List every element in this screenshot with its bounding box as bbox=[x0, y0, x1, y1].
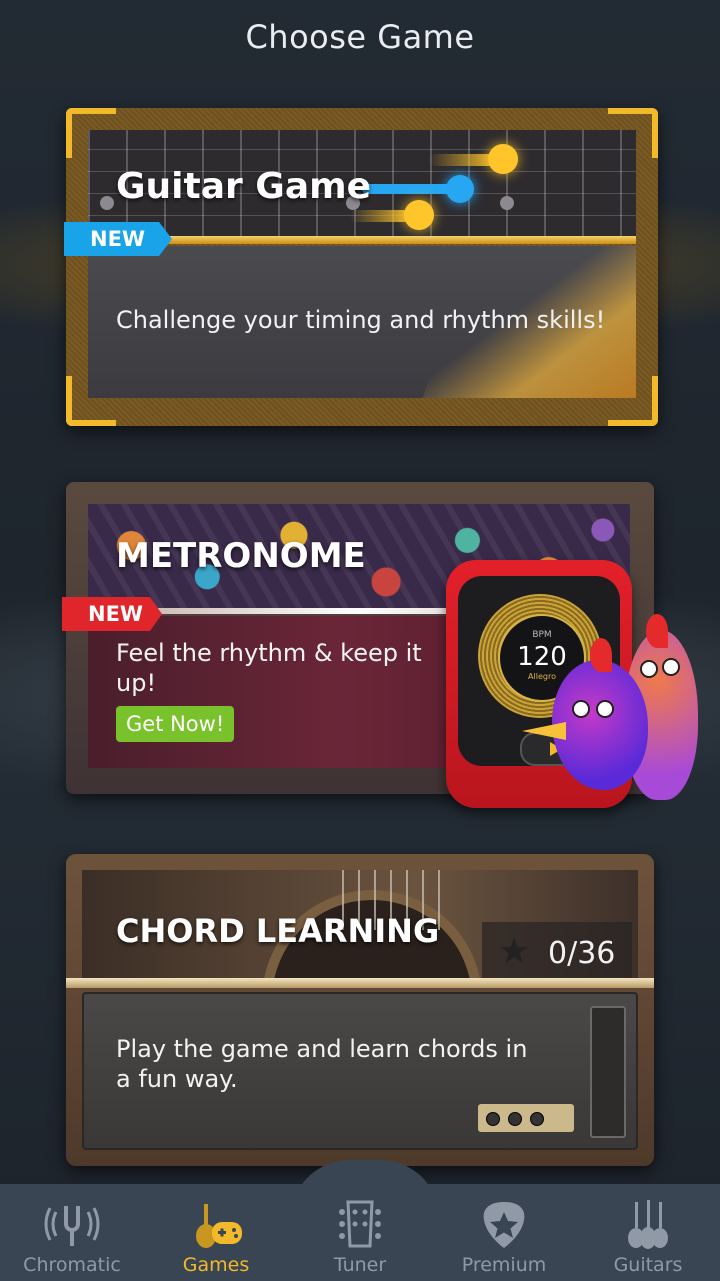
guitar-game-description: Challenge your timing and rhythm skills! bbox=[116, 306, 606, 334]
jack-icon bbox=[530, 1112, 544, 1126]
guitar-game-title: Guitar Game bbox=[116, 166, 372, 207]
jack-panel-icon bbox=[478, 1104, 574, 1132]
new-badge: NEW bbox=[62, 597, 162, 631]
corner-bracket bbox=[608, 108, 658, 158]
note-trail bbox=[350, 210, 410, 222]
nav-item-chromatic[interactable]: Chromatic bbox=[0, 1184, 144, 1281]
beak-icon bbox=[522, 722, 566, 740]
nav-label: Tuner bbox=[333, 1254, 387, 1276]
page-title: Choose Game bbox=[245, 18, 475, 56]
new-badge: NEW bbox=[64, 222, 172, 256]
corner-bracket bbox=[608, 376, 658, 426]
tuning-fork-icon bbox=[44, 1206, 100, 1246]
metronome-description: Feel the rhythm & keep it up! bbox=[116, 639, 422, 697]
divider-bar bbox=[66, 978, 654, 988]
jack-icon bbox=[508, 1112, 522, 1126]
eye-icon bbox=[572, 700, 590, 718]
yellow-note bbox=[404, 200, 434, 230]
guitars-icon bbox=[628, 1200, 668, 1249]
bpm-label: BPM bbox=[532, 630, 552, 640]
amp-slot bbox=[590, 1006, 626, 1138]
progress-box: ★ 0/36 bbox=[482, 922, 632, 978]
star-icon: ★ bbox=[498, 931, 531, 972]
yellow-note bbox=[488, 144, 518, 174]
blue-note bbox=[446, 175, 474, 203]
guitar-game-card[interactable]: Guitar Game Challenge your timing and rh… bbox=[66, 108, 658, 426]
bird-mascot-icon bbox=[522, 638, 648, 790]
chord-learning-card[interactable]: ★ 0/36 CHORD LEARNING Play the game and … bbox=[66, 854, 654, 1166]
jack-icon bbox=[486, 1112, 500, 1126]
nav-label: Chromatic bbox=[23, 1254, 121, 1276]
nav-label: Games bbox=[182, 1254, 250, 1276]
corner-bracket bbox=[66, 108, 116, 158]
corner-bracket bbox=[66, 376, 116, 426]
chord-panel: Play the game and learn chords in a fun … bbox=[82, 992, 638, 1150]
nav-item-tuner[interactable]: Tuner bbox=[288, 1184, 432, 1281]
eye-icon bbox=[662, 658, 680, 676]
note-trail bbox=[428, 154, 494, 166]
get-now-button[interactable]: Get Now! bbox=[116, 706, 235, 742]
bpm-value: 120 bbox=[517, 642, 567, 672]
chord-description: Play the game and learn chords in a fun … bbox=[116, 1035, 528, 1093]
nav-item-games[interactable]: Games bbox=[144, 1184, 288, 1281]
metronome-title: METRONOME bbox=[116, 536, 366, 576]
pick-star-icon bbox=[483, 1202, 525, 1248]
guitar-headstock-icon bbox=[339, 1200, 381, 1248]
metronome-panel: Feel the rhythm & keep it up! Get Now! bbox=[88, 616, 508, 768]
fret-dot bbox=[100, 196, 114, 210]
crest-icon bbox=[646, 614, 668, 648]
eye-icon bbox=[640, 660, 658, 678]
nav-item-guitars[interactable]: Guitars bbox=[576, 1184, 720, 1281]
nav-label: Premium bbox=[461, 1254, 547, 1276]
nav-label: Guitars bbox=[613, 1254, 683, 1276]
crest-icon bbox=[590, 638, 612, 672]
fret-dot bbox=[500, 196, 514, 210]
nav-item-premium[interactable]: Premium bbox=[432, 1184, 576, 1281]
chord-progress: 0/36 bbox=[548, 936, 616, 971]
chord-learning-title: CHORD LEARNING bbox=[116, 912, 440, 950]
guitar-game-panel: Challenge your timing and rhythm skills! bbox=[88, 246, 636, 398]
eye-icon bbox=[596, 700, 614, 718]
guitar-gamepad-icon bbox=[196, 1204, 242, 1248]
bottom-nav: Chromatic Games Tuner Premium Guitars bbox=[0, 1184, 720, 1281]
